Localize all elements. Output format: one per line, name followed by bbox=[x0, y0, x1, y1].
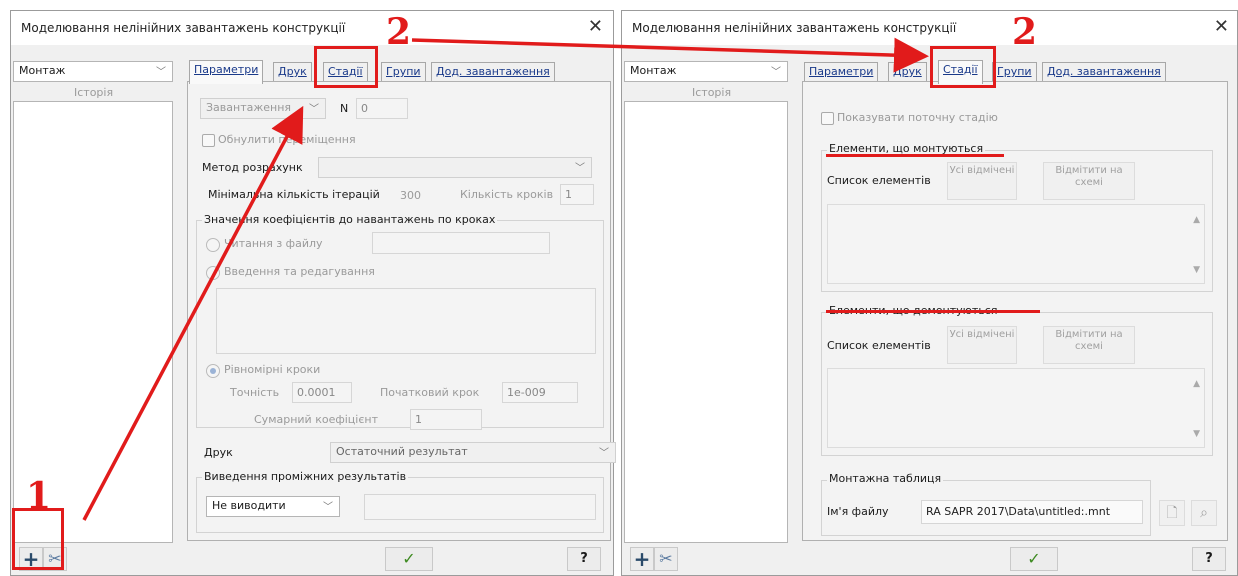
n-field[interactable]: 0 bbox=[356, 98, 408, 119]
scroll-up-icon[interactable]: ▲ bbox=[1193, 379, 1200, 389]
right-tab-parameters[interactable]: Параметри bbox=[804, 62, 879, 82]
marker-1: 1 bbox=[26, 475, 52, 517]
show-stage-label: Показувати поточну стадію bbox=[837, 111, 998, 124]
intermediate-combo-value: Не виводити bbox=[212, 499, 286, 512]
underline-dismounted bbox=[826, 310, 1040, 313]
left-mode-combo[interactable]: Монтаж ﹀ bbox=[13, 61, 173, 82]
min-iterations-label: Мінімальна кількість ітерацій bbox=[208, 188, 380, 201]
edit-input-area[interactable] bbox=[216, 288, 596, 354]
left-tab-extra-loads[interactable]: Дод. завантаження bbox=[431, 62, 555, 82]
add-icon[interactable]: + bbox=[630, 547, 654, 571]
right-mode-combo-value: Монтаж bbox=[630, 64, 677, 77]
reset-displacement-label: Обнулити переміщення bbox=[218, 133, 356, 146]
left-bottom-bar: + ✂ ✓ ? bbox=[11, 543, 613, 575]
steps-count-label: Кількість кроків bbox=[460, 188, 554, 201]
mount-table-group-label: Монтажна таблиця bbox=[827, 472, 944, 485]
print-combo[interactable]: Остаточний результат ﹀ bbox=[330, 442, 616, 463]
right-close-icon[interactable]: ✕ bbox=[1214, 17, 1229, 37]
edit-input-radio[interactable] bbox=[206, 266, 220, 280]
scroll-down-icon[interactable]: ▼ bbox=[1193, 429, 1200, 439]
right-tab-stages[interactable]: Стадії bbox=[938, 60, 983, 84]
left-tab-parameters[interactable]: Параметри bbox=[189, 60, 264, 84]
filename-field[interactable]: RA SAPR 2017\Data\untitled:.mnt bbox=[921, 500, 1143, 524]
load-combo-value: Завантаження bbox=[206, 101, 292, 114]
mounted-elements-list[interactable]: ▲ ▼ bbox=[827, 204, 1205, 284]
left-mode-combo-value: Монтаж bbox=[19, 64, 66, 77]
read-file-label: Читання з файлу bbox=[224, 237, 323, 250]
right-tab-groups[interactable]: Групи bbox=[992, 62, 1037, 82]
marker-2-left: 2 bbox=[386, 11, 412, 53]
left-dialog: Моделювання нелінійних завантажень конст… bbox=[10, 10, 616, 576]
edit-input-label: Введення та редагування bbox=[224, 265, 375, 278]
steps-count-field[interactable]: 1 bbox=[560, 184, 594, 205]
show-stage-checkbox[interactable] bbox=[821, 112, 834, 125]
uniform-steps-label: Рівномірні кроки bbox=[224, 363, 321, 376]
intermediate-group-label: Виведення проміжних результатів bbox=[202, 470, 409, 483]
method-combo[interactable]: ﹀ bbox=[318, 157, 592, 178]
mounted-list-label: Список елементів bbox=[827, 174, 931, 187]
intermediate-field[interactable] bbox=[364, 494, 596, 520]
method-label: Метод розрахунк bbox=[202, 161, 303, 174]
chevron-down-icon: ﹀ bbox=[156, 67, 166, 78]
left-dialog-title: Моделювання нелінійних завантажень конст… bbox=[21, 21, 346, 35]
coefficients-group-label: Значення коефіцієнтів до навантажень по … bbox=[202, 213, 498, 226]
dismounted-mark-on-scheme-button[interactable]: Відмітити на схемі bbox=[1043, 326, 1135, 364]
dismounted-all-marked-button[interactable]: Усі відмічені bbox=[947, 326, 1017, 364]
left-history-label: Історія bbox=[74, 86, 114, 99]
reset-displacement-checkbox[interactable] bbox=[202, 134, 215, 147]
right-bottom-bar: + ✂ ✓ ? bbox=[622, 543, 1237, 575]
highlight-left-stages-tab bbox=[314, 46, 378, 88]
scroll-down-icon[interactable]: ▼ bbox=[1193, 265, 1200, 275]
print-combo-value: Остаточний результат bbox=[336, 445, 468, 458]
right-dialog: Моделювання нелінійних завантажень конст… bbox=[621, 10, 1238, 576]
file-browse-icon[interactable]: ⌕ bbox=[1191, 500, 1217, 526]
filename-label: Ім'я файлу bbox=[827, 505, 889, 518]
total-coefficient-label: Сумарний коефіцієнт bbox=[254, 413, 378, 426]
n-label: N bbox=[340, 102, 349, 115]
mounted-mark-on-scheme-button[interactable]: Відмітити на схемі bbox=[1043, 162, 1135, 200]
load-combo[interactable]: Завантаження ﹀ bbox=[200, 98, 326, 119]
left-close-icon[interactable]: ✕ bbox=[588, 17, 603, 37]
initial-step-label: Початковий крок bbox=[380, 386, 480, 399]
uniform-steps-radio[interactable] bbox=[206, 364, 220, 378]
right-tab-print[interactable]: Друк bbox=[888, 62, 927, 82]
left-tab-groups[interactable]: Групи bbox=[381, 62, 426, 82]
ok-button[interactable]: ✓ bbox=[385, 547, 433, 571]
right-mode-combo[interactable]: Монтаж ﹀ bbox=[624, 61, 788, 82]
left-titlebar: Моделювання нелінійних завантажень конст… bbox=[11, 11, 613, 45]
dismounted-list-label: Список елементів bbox=[827, 339, 931, 352]
chevron-down-icon: ﹀ bbox=[599, 448, 609, 459]
accuracy-field[interactable]: 0.0001 bbox=[292, 382, 352, 403]
help-button[interactable]: ? bbox=[1192, 547, 1226, 571]
intermediate-combo[interactable]: Не виводити ﹀ bbox=[206, 496, 340, 517]
left-parameters-panel: Завантаження ﹀ N 0 Обнулити переміщення … bbox=[187, 81, 616, 541]
scissors-icon[interactable]: ✂ bbox=[654, 547, 678, 571]
chevron-down-icon: ﹀ bbox=[575, 163, 585, 174]
chevron-down-icon: ﹀ bbox=[771, 67, 781, 78]
mounted-all-marked-button[interactable]: Усі відмічені bbox=[947, 162, 1017, 200]
right-tab-extra-loads[interactable]: Дод. завантаження bbox=[1042, 62, 1166, 82]
dismounted-elements-list[interactable]: ▲ ▼ bbox=[827, 368, 1205, 448]
read-file-field[interactable] bbox=[372, 232, 550, 254]
scroll-up-icon[interactable]: ▲ bbox=[1193, 215, 1200, 225]
help-button[interactable]: ? bbox=[567, 547, 601, 571]
marker-2-right: 2 bbox=[1012, 11, 1038, 53]
right-history-list[interactable] bbox=[624, 101, 788, 543]
highlight-add-button bbox=[12, 508, 64, 570]
chevron-down-icon: ﹀ bbox=[309, 104, 319, 115]
min-iterations-value[interactable]: 300 bbox=[400, 189, 421, 202]
left-tab-print[interactable]: Друк bbox=[273, 62, 312, 82]
total-coefficient-field[interactable]: 1 bbox=[410, 409, 482, 430]
accuracy-label: Точність bbox=[230, 386, 280, 399]
print-label: Друк bbox=[204, 446, 233, 459]
ok-button[interactable]: ✓ bbox=[1010, 547, 1058, 571]
read-file-radio[interactable] bbox=[206, 238, 220, 252]
right-dialog-title: Моделювання нелінійних завантажень конст… bbox=[632, 21, 957, 35]
right-history-label: Історія bbox=[692, 86, 732, 99]
initial-step-field[interactable]: 1e-009 bbox=[502, 382, 578, 403]
chevron-down-icon: ﹀ bbox=[323, 502, 333, 513]
file-preview-icon[interactable]: 🗋 bbox=[1159, 500, 1185, 526]
right-titlebar: Моделювання нелінійних завантажень конст… bbox=[622, 11, 1237, 45]
underline-mounted bbox=[826, 154, 1004, 157]
